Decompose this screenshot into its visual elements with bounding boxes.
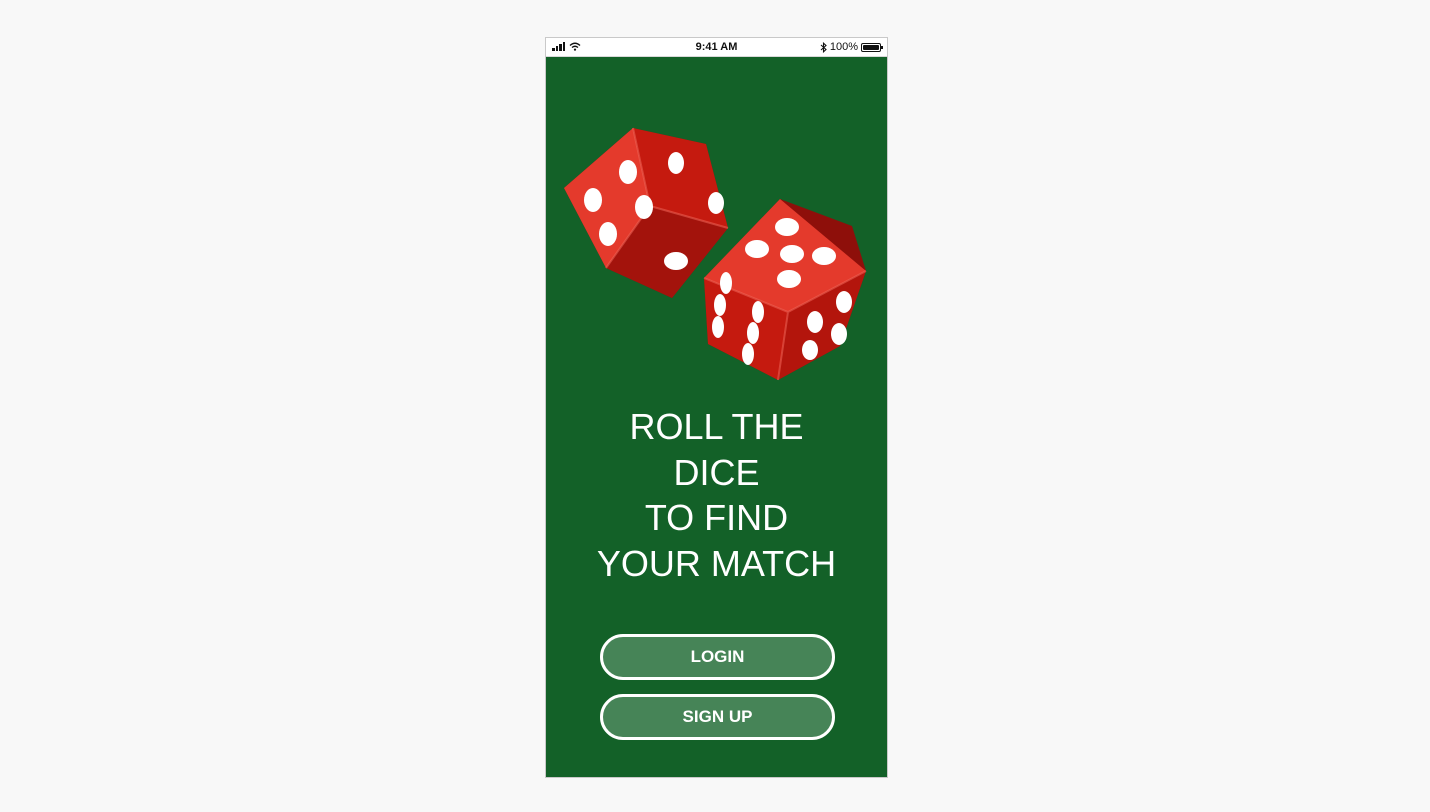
- status-bar: 9:41 AM 100%: [546, 38, 887, 57]
- phone-screen: 9:41 AM 100% ROLL THE DICE TO FIND YOUR …: [545, 37, 888, 778]
- right-die: [703, 199, 867, 381]
- headline-line: ROLL THE: [629, 406, 804, 447]
- login-button[interactable]: LOGIN: [600, 634, 835, 680]
- headline-line: DICE: [673, 451, 760, 493]
- battery-percent: 100%: [829, 41, 858, 53]
- status-right: 100%: [820, 41, 883, 53]
- dice-icon: [564, 127, 867, 381]
- headline-line: TO FIND: [644, 497, 789, 538]
- bluetooth-icon: [820, 41, 827, 53]
- signup-button[interactable]: SIGN UP: [600, 694, 835, 740]
- left-die: [564, 127, 729, 298]
- headline-line: YOUR MATCH: [596, 542, 837, 584]
- headline: ROLL THE DICE TO FIND YOUR MATCH: [546, 404, 887, 586]
- battery-icon: [861, 42, 883, 52]
- battery-level: [863, 44, 879, 50]
